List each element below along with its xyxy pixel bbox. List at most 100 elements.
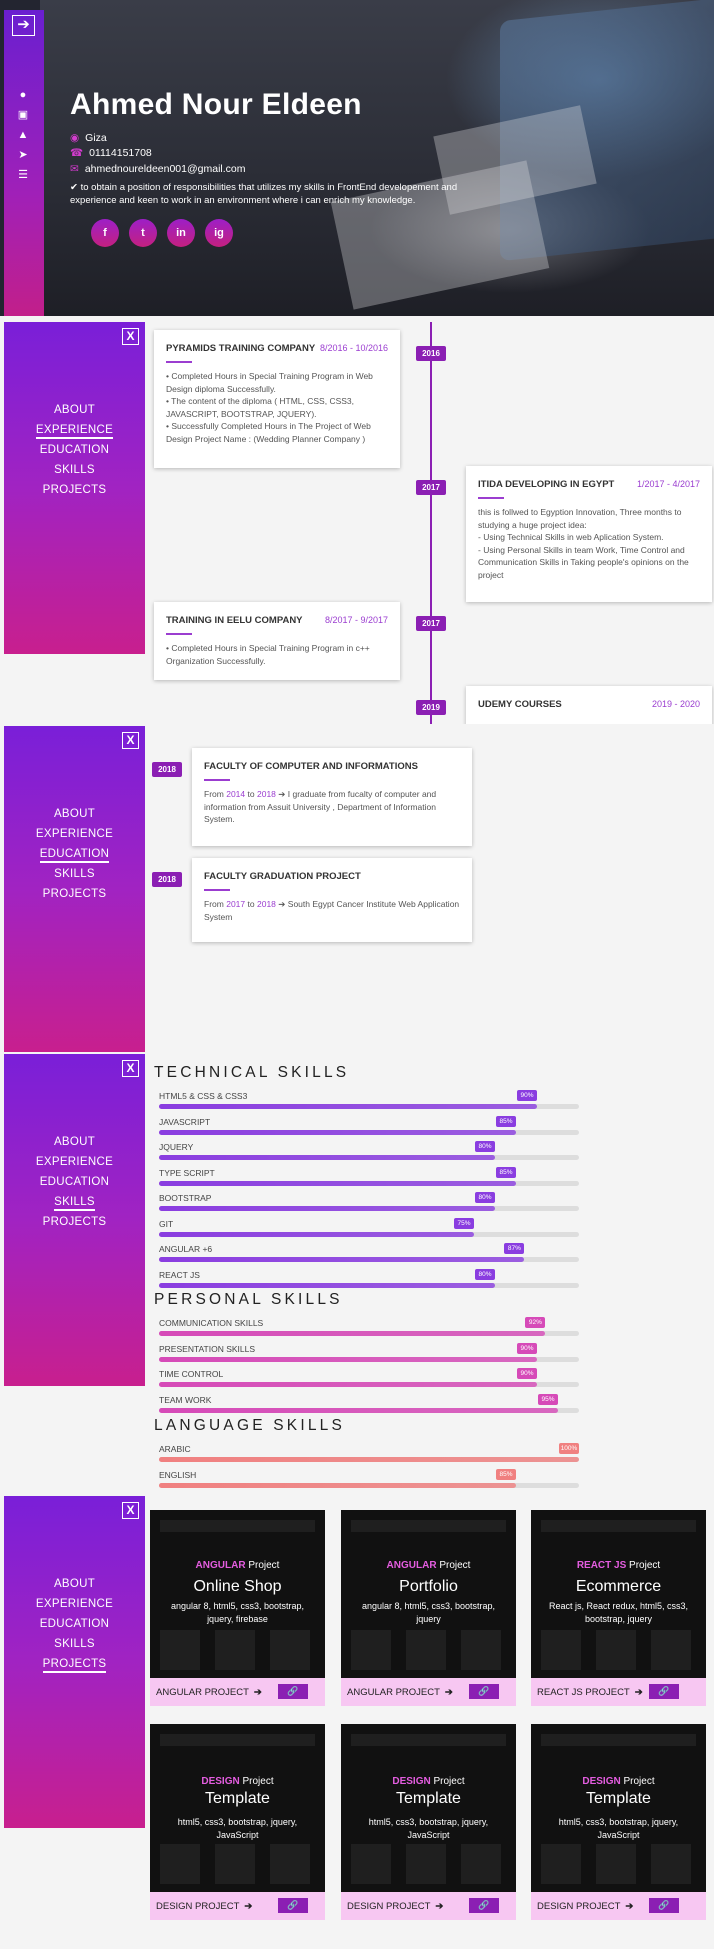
nav-item-projects[interactable]: PROJECTS [4,480,145,500]
skill-label: JAVASCRIPT [159,1116,211,1127]
side-menu: X ABOUT EXPERIENCE EDUCATION SKILLS PROJ… [4,726,145,1052]
facebook-icon[interactable]: f [91,219,119,247]
nav-item-skills[interactable]: SKILLS [4,460,145,480]
nav-item-projects[interactable]: PROJECTS [4,1212,145,1232]
project-title: Template [586,1790,651,1807]
project-type-label: REACT JS PROJECT ➔ [537,1687,643,1698]
project-card[interactable]: DESIGN Project Template html5, css3, boots… [531,1724,706,1920]
nav-item-about[interactable]: ABOUT [4,400,145,420]
side-nav: ABOUT EXPERIENCE EDUCATION SKILLS PROJEC… [4,1132,145,1232]
nav-item-education[interactable]: EDUCATION [4,1614,145,1634]
email-line: ✉ ahmednoureldeen001@gmail.com [70,163,246,175]
year-badge: 2019 [416,700,446,715]
project-title: Template [396,1790,461,1807]
project-title: Online Shop [193,1578,282,1595]
nav-item-experience[interactable]: EXPERIENCE [4,824,145,844]
card-date: 2019 - 2020 [651,699,700,709]
project-tag: DESIGN Project [392,1776,465,1787]
technical-skills-heading: TECHNICAL SKILLS [154,1064,350,1081]
nav-item-projects[interactable]: PROJECTS [4,1654,145,1674]
language-skills-heading: LANGUAGE SKILLS [154,1417,346,1434]
close-button[interactable]: X [122,1502,139,1519]
link-icon[interactable]: 🔗 [278,1684,308,1699]
skill-percent-tip: 92% [525,1317,546,1328]
project-tech: html5, css3, bootstrap, jquery, JavaScri… [177,1817,298,1840]
nav-item-education[interactable]: EDUCATION [4,440,145,460]
nav-item-experience[interactable]: EXPERIENCE [4,1594,145,1614]
project-card[interactable]: REACT JS Project Ecommerce React js, React… [531,1510,706,1706]
skill-percent-tip: 100% [559,1443,579,1454]
project-tag: REACT JS Project [576,1560,661,1571]
arrow-right-icon: ➔ [435,1901,444,1912]
skill-percent-tip: 85% [496,1468,516,1480]
link-icon[interactable]: 🔗 [278,1898,308,1913]
email-text: ahmednoureldeen001@gmail.com [84,163,246,175]
experience-card: ITIDA DEVELOPING IN EGYPT 1/2017 - 4/201… [466,466,712,602]
graduation-cap-icon[interactable]: ▲ [16,129,30,141]
id-card-icon[interactable]: ▣ [16,109,30,121]
project-footer: ANGULAR PROJECT ➔ 🔗 [341,1678,516,1706]
arrow-right-icon: ➔ [634,1687,643,1698]
card-body: From 2014 to 2018 ➔ I graduate from fuca… [204,789,437,824]
phone-line: ☎ 01114151708 [70,147,152,159]
nav-item-skills[interactable]: SKILLS [4,1192,145,1212]
personal-skills-heading: PERSONAL SKILLS [154,1291,343,1308]
map-marker-icon: ◉ [70,132,80,144]
skill-percent-tip: 80% [475,1141,495,1152]
link-icon[interactable]: 🔗 [469,1684,499,1699]
arrow-right-icon: ➔ [278,899,286,909]
project-screenshot [531,1724,706,1892]
nav-item-skills[interactable]: SKILLS [4,1634,145,1654]
project-card[interactable]: DESIGN Project Template html5, css3, boots… [150,1724,325,1920]
instagram-icon[interactable]: ig [205,219,233,247]
nav-item-about[interactable]: ABOUT [4,1574,145,1594]
skill-percent-tip: 85% [496,1115,516,1127]
project-tag: ANGULAR Project [195,1560,280,1571]
side-menu: X ABOUT EXPERIENCE EDUCATION SKILLS PROJ… [4,1054,145,1386]
location-line: ◉ Giza [70,132,107,144]
nav-item-projects[interactable]: PROJECTS [4,884,145,904]
card-body: From 2017 to 2018 ➔ South Egypt Cancer I… [204,899,460,922]
link-icon[interactable]: 🔗 [649,1898,679,1913]
link-icon[interactable]: 🔗 [469,1898,499,1913]
linkedin-icon[interactable]: in [167,219,195,247]
side-nav: ABOUT EXPERIENCE EDUCATION SKILLS PROJEC… [4,400,145,500]
arrow-right-icon[interactable]: ➔ [12,15,35,36]
skill-label: TIME CONTROL [159,1369,224,1379]
nav-item-experience[interactable]: EXPERIENCE [4,420,145,440]
skill-percent-tip: 87% [504,1243,525,1254]
user-icon[interactable]: ● [16,89,30,101]
card-title: UDEMY COURSES [478,699,562,710]
skill-bar-track: 80% [159,1141,579,1160]
project-type-label: DESIGN PROJECT ➔ [156,1901,253,1912]
card-title: PYRAMIDS TRAINING COMPANY [166,343,316,354]
location-text: Giza [85,132,107,144]
card-title: ITIDA DEVELOPING IN EGYPT [478,479,615,490]
rocket-icon[interactable]: ➤ [16,149,30,161]
nav-item-about[interactable]: ABOUT [4,804,145,824]
list-icon[interactable]: ☰ [16,169,30,181]
card-title: FACULTY GRADUATION PROJECT [204,871,361,882]
skill-bar-track: 90% [159,1368,579,1387]
skill-bar-fill: 85% [159,1166,516,1186]
nav-item-education[interactable]: EDUCATION [4,844,145,864]
education-section: X ABOUT EXPERIENCE EDUCATION SKILLS PROJ… [0,726,714,1052]
nav-item-education[interactable]: EDUCATION [4,1172,145,1192]
project-card[interactable]: ANGULAR Project Portfolio angular 8, html5… [341,1510,516,1706]
twitter-icon[interactable]: t [129,219,157,247]
project-tag: DESIGN Project [582,1776,655,1787]
close-button[interactable]: X [122,732,139,749]
card-title: FACULTY OF COMPUTER AND INFORMATIONS [204,761,418,772]
project-title: Portfolio [399,1578,458,1595]
icon-rail: ➔ ● ▣ ▲ ➤ ☰ [4,10,44,316]
nav-item-about[interactable]: ABOUT [4,1132,145,1152]
project-card[interactable]: DESIGN Project Template html5, css3, boots… [341,1724,516,1920]
link-icon[interactable]: 🔗 [649,1684,679,1699]
project-card[interactable]: ANGULAR Project Online Shop angular 8, htm… [150,1510,325,1706]
year-badge: 2017 [416,480,446,495]
close-button[interactable]: X [122,1060,139,1077]
close-button[interactable]: X [122,328,139,345]
nav-item-experience[interactable]: EXPERIENCE [4,1152,145,1172]
hero-section: ➔ ● ▣ ▲ ➤ ☰ Ahmed Nour Eldeen ◉ Giza ☎ 011… [0,0,714,316]
nav-item-skills[interactable]: SKILLS [4,864,145,884]
